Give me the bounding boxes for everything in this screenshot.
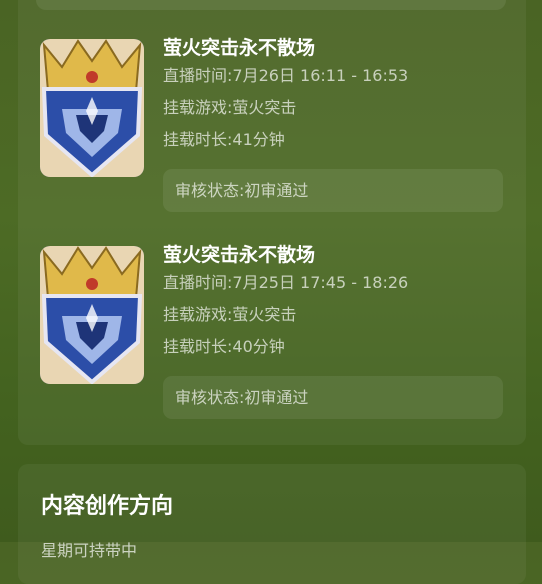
status-value: 初审通过 (244, 388, 309, 407)
crown-shield-game-icon (40, 246, 144, 384)
stream-game-row: 挂载游戏:萤火突击 (163, 97, 503, 129)
status-value: 初审通过 (244, 181, 309, 200)
section-text: 星期可持带中 (41, 541, 138, 560)
stream-duration-row: 挂载时长:41分钟 (163, 129, 503, 161)
time-label: 直播时间: (163, 66, 233, 85)
review-status-box: 审核状态:初审通过 (163, 376, 503, 419)
stream-game-row: 挂载游戏:萤火突击 (163, 304, 503, 336)
stream-title: 萤火突击永不散场 (163, 37, 316, 59)
duration-value: 40分钟 (232, 337, 285, 356)
duration-value: 41分钟 (232, 130, 285, 149)
stream-duration-row: 挂载时长:40分钟 (163, 336, 503, 368)
stream-title: 萤火突击永不散场 (163, 244, 316, 266)
review-status-box: 审核状态:初审通过 (163, 169, 503, 212)
time-value: 7月26日 16:11 - 16:53 (232, 66, 409, 85)
game-value: 萤火突击 (232, 305, 297, 324)
game-label: 挂载游戏: (163, 305, 233, 324)
status-label: 审核状态: (175, 388, 245, 407)
duration-label: 挂载时长: (163, 130, 233, 149)
game-thumbnail (40, 39, 144, 177)
game-thumbnail (40, 246, 144, 384)
time-label: 直播时间: (163, 273, 233, 292)
content-direction-card[interactable]: 内容创作方向 星期可持带中 (18, 464, 526, 584)
stream-time-row: 直播时间:7月25日 17:45 - 18:26 (163, 272, 503, 304)
stream-time-row: 直播时间:7月26日 16:11 - 16:53 (163, 65, 503, 97)
duration-label: 挂载时长: (163, 337, 233, 356)
section-title: 内容创作方向 (41, 494, 174, 519)
crown-shield-game-icon (40, 39, 144, 177)
status-label: 审核状态: (175, 181, 245, 200)
time-value: 7月25日 17:45 - 18:26 (232, 273, 409, 292)
game-label: 挂载游戏: (163, 98, 233, 117)
game-value: 萤火突击 (232, 98, 297, 117)
